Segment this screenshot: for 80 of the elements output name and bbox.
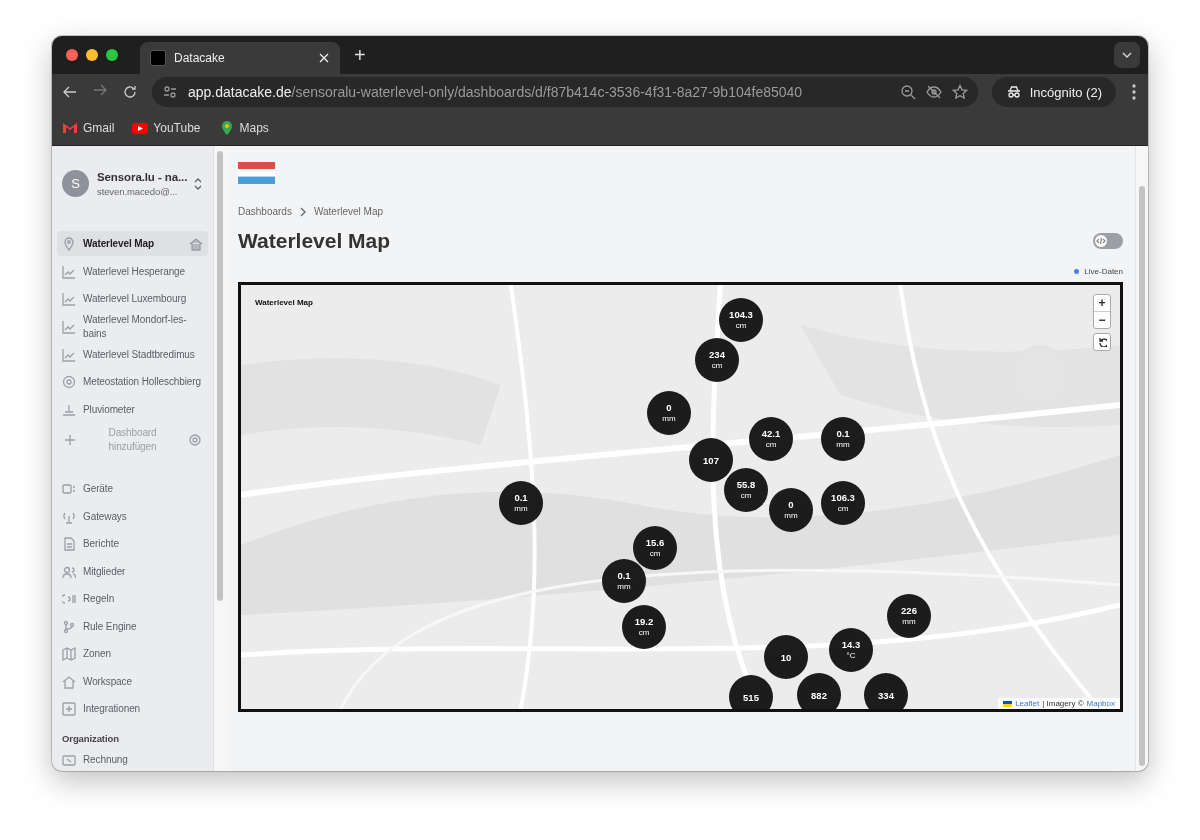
- site-settings-icon: [162, 84, 178, 100]
- zoom-in-button[interactable]: +: [1094, 295, 1110, 311]
- gear-icon: [62, 375, 76, 390]
- map-pin-icon: [62, 236, 76, 251]
- sidebar-item[interactable]: Waterlevel Map: [57, 231, 209, 256]
- code-icon: [1096, 236, 1106, 246]
- incognito-icon: [1005, 84, 1022, 100]
- map-title: Waterlevel Map: [255, 298, 313, 307]
- sidebar-item[interactable]: Waterlevel Mondorf-les-bains: [57, 313, 209, 341]
- back-icon[interactable]: [62, 84, 78, 100]
- gear-icon: [189, 433, 202, 446]
- sidebar-item[interactable]: Rule Engine: [57, 613, 209, 641]
- more-icon[interactable]: [1130, 84, 1138, 100]
- sidebar-item[interactable]: Waterlevel Hesperange: [57, 258, 209, 286]
- workspace-name: Sensora.lu - na...: [97, 170, 186, 183]
- chart-icon: [62, 292, 76, 307]
- incognito-button[interactable]: Incógnito (2): [991, 77, 1116, 107]
- branch-icon: [62, 619, 76, 634]
- breadcrumb-link[interactable]: Waterlevel Map: [313, 206, 384, 217]
- bookmark[interactable]: YouTube: [132, 119, 201, 136]
- section-heading: Organization: [61, 732, 120, 746]
- sidebar-item[interactable]: Regeln: [57, 585, 209, 613]
- device-icon: [62, 482, 76, 497]
- plus-square-icon: [62, 702, 76, 717]
- address-bar[interactable]: app.datacake.de/sensoralu-waterlevel-only/dashboards/d/f87b414c-3536-4f31-8a27-9b104fe85040: [152, 77, 978, 107]
- new-tab-button[interactable]: +: [354, 45, 366, 65]
- page-title: Waterlevel Map: [238, 229, 391, 253]
- rain-gauge-icon: [62, 402, 76, 417]
- sidebar-item[interactable]: Mitglieder: [57, 558, 209, 586]
- leaflet-link[interactable]: Leaflet: [1015, 699, 1040, 708]
- chart-icon: [62, 320, 76, 334]
- flag-icon: [1003, 700, 1013, 707]
- sidebar-item[interactable]: Gateways: [57, 503, 209, 531]
- house-icon: [62, 674, 76, 689]
- chart-icon: [62, 347, 76, 362]
- plus-icon: [64, 433, 76, 446]
- toggle-switch[interactable]: [1093, 233, 1123, 249]
- rules-icon: [62, 592, 76, 607]
- zoom-out-icon[interactable]: [899, 84, 916, 100]
- sidebar-item[interactable]: Berichte: [57, 530, 209, 558]
- reset-icon: [1097, 337, 1107, 347]
- document-icon: [62, 537, 76, 552]
- sidebar-item[interactable]: Meteostation Holleschbierg: [57, 368, 209, 396]
- sidebar-item[interactable]: Zonen: [57, 640, 209, 668]
- forward-icon[interactable]: [92, 82, 108, 98]
- attribution-text: | Imagery ©: [1042, 699, 1084, 708]
- sidebar-item[interactable]: Pluviometer: [57, 396, 209, 424]
- maximize-window-button[interactable]: [106, 49, 118, 61]
- chart-icon: [62, 264, 76, 279]
- close-icon: [318, 52, 330, 64]
- browser-tab[interactable]: Datacake: [140, 42, 340, 74]
- user-email: steven.macedo@...: [97, 185, 179, 197]
- breadcrumb-link[interactable]: Dashboards: [238, 206, 292, 217]
- sidebar-item[interactable]: Waterlevel Luxembourg: [57, 285, 209, 313]
- sidebar-item[interactable]: Workspace: [57, 668, 209, 696]
- close-window-button[interactable]: [66, 49, 78, 61]
- eye-slash-icon[interactable]: [925, 84, 942, 100]
- sidebar-item[interactable]: Integrationen: [57, 695, 209, 723]
- tab-search-button[interactable]: [1114, 42, 1140, 68]
- star-icon[interactable]: [951, 84, 968, 100]
- users-icon: [62, 564, 76, 579]
- workspace-switcher[interactable]: S Sensora.lu - na... steven.macedo@...: [57, 160, 209, 197]
- favicon-icon: [150, 50, 166, 66]
- map-icon: [62, 647, 76, 662]
- avatar: S: [62, 170, 89, 197]
- live-label: Live-Daten: [1084, 267, 1123, 276]
- minimize-window-button[interactable]: [86, 49, 98, 61]
- chevron-updown-icon: [193, 177, 204, 190]
- billing-icon: [62, 753, 76, 767]
- reload-icon[interactable]: [122, 84, 138, 100]
- zoom-out-button[interactable]: −: [1094, 311, 1110, 328]
- bookmark[interactable]: Gmail: [62, 119, 115, 136]
- sidebar-item[interactable]: Rechnung: [57, 750, 209, 770]
- sidebar-item[interactable]: Waterlevel Stadtbredimus: [57, 341, 209, 369]
- reset-view-button[interactable]: [1093, 333, 1111, 351]
- live-indicator-icon: [1074, 269, 1080, 274]
- sidebar-item[interactable]: Geräte: [57, 475, 209, 503]
- luxembourg-flag-icon: [238, 162, 275, 184]
- mapbox-link[interactable]: Mapbox: [1086, 699, 1115, 708]
- bookmark[interactable]: Maps: [218, 119, 269, 136]
